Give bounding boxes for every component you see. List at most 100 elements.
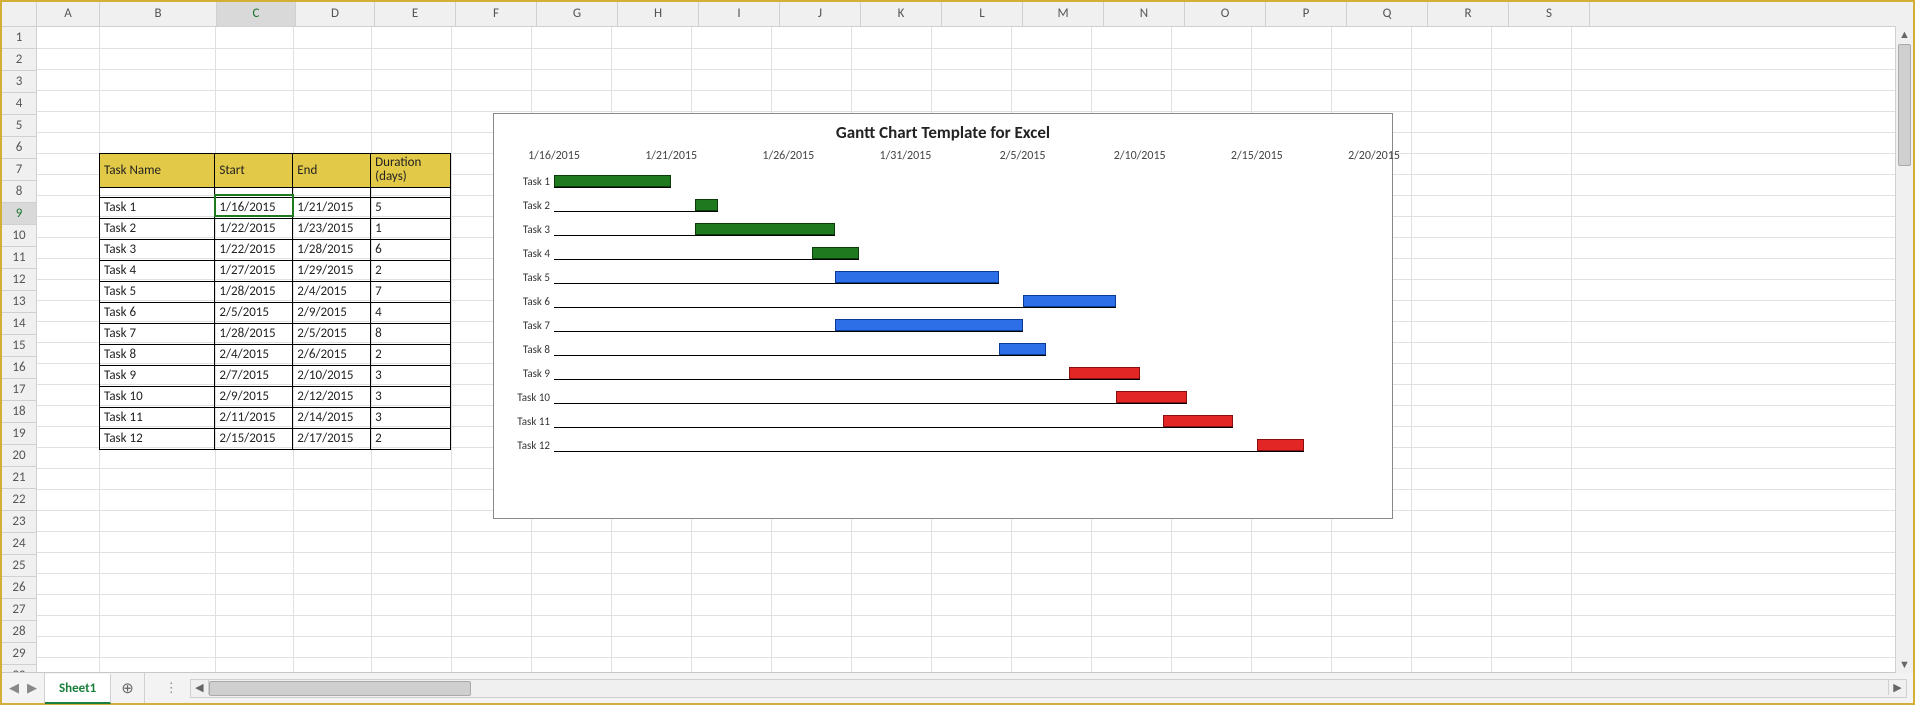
- scroll-right-icon[interactable]: ▶: [1888, 680, 1906, 695]
- gantt-bar[interactable]: [812, 247, 859, 259]
- cell-end[interactable]: 2/14/2015: [293, 407, 371, 428]
- table-row[interactable]: Task 21/22/20151/23/20151: [100, 218, 451, 239]
- row-header[interactable]: 17: [2, 379, 36, 401]
- table-row[interactable]: Task 122/15/20152/17/20152: [100, 428, 451, 449]
- column-header[interactable]: E: [375, 2, 456, 26]
- cell-start[interactable]: 1/28/2015: [215, 323, 293, 344]
- row-header[interactable]: 30: [2, 665, 36, 672]
- column-header[interactable]: I: [699, 2, 780, 26]
- cell-task[interactable]: Task 12: [100, 428, 215, 449]
- col-duration[interactable]: Duration (days): [371, 154, 451, 188]
- row-header[interactable]: 22: [2, 489, 36, 511]
- row-header[interactable]: 29: [2, 643, 36, 665]
- cell-start[interactable]: 2/11/2015: [215, 407, 293, 428]
- cell-end[interactable]: 2/9/2015: [293, 302, 371, 323]
- column-header[interactable]: Q: [1347, 2, 1428, 26]
- scroll-up-icon[interactable]: ▲: [1896, 27, 1913, 43]
- row-header[interactable]: 21: [2, 467, 36, 489]
- new-sheet-button[interactable]: ⊕: [111, 673, 145, 703]
- row-header[interactable]: 2: [2, 49, 36, 71]
- row-header[interactable]: 3: [2, 71, 36, 93]
- horizontal-scroll-thumb[interactable]: [209, 681, 471, 696]
- cell-end[interactable]: 1/23/2015: [293, 218, 371, 239]
- column-header[interactable]: K: [861, 2, 942, 26]
- column-header[interactable]: P: [1266, 2, 1347, 26]
- cell-end[interactable]: 1/21/2015: [293, 197, 371, 218]
- sheet-nav-buttons[interactable]: ◀ ▶: [2, 673, 45, 703]
- cell-task[interactable]: Task 3: [100, 239, 215, 260]
- cell-grid[interactable]: Task Name Start End Duration (days) Task…: [37, 27, 1913, 672]
- table-row[interactable]: Task 112/11/20152/14/20153: [100, 407, 451, 428]
- table-row[interactable]: Task 11/16/20151/21/20155: [100, 197, 451, 218]
- gantt-bar[interactable]: [1257, 439, 1304, 451]
- gantt-bar[interactable]: [1163, 415, 1233, 427]
- gantt-bar[interactable]: [1069, 367, 1139, 379]
- column-header[interactable]: O: [1185, 2, 1266, 26]
- cell-start[interactable]: 2/5/2015: [215, 302, 293, 323]
- table-row[interactable]: Task 41/27/20151/29/20152: [100, 260, 451, 281]
- cell-task[interactable]: Task 7: [100, 323, 215, 344]
- gantt-chart[interactable]: Gantt Chart Template for Excel 1/16/2015…: [493, 113, 1393, 519]
- cell-duration[interactable]: 5: [371, 197, 451, 218]
- row-header[interactable]: 23: [2, 511, 36, 533]
- table-row[interactable]: Task 102/9/20152/12/20153: [100, 386, 451, 407]
- cell-task[interactable]: Task 6: [100, 302, 215, 323]
- row-header[interactable]: 28: [2, 621, 36, 643]
- table-row[interactable]: Task 62/5/20152/9/20154: [100, 302, 451, 323]
- cell-start[interactable]: 1/22/2015: [215, 218, 293, 239]
- row-header[interactable]: 11: [2, 247, 36, 269]
- cell-end[interactable]: 2/10/2015: [293, 365, 371, 386]
- cell-duration[interactable]: 7: [371, 281, 451, 302]
- row-header[interactable]: 27: [2, 599, 36, 621]
- cell-task[interactable]: Task 10: [100, 386, 215, 407]
- col-end[interactable]: End: [293, 154, 371, 188]
- cell-end[interactable]: 1/28/2015: [293, 239, 371, 260]
- tab-split-handle-icon[interactable]: ⋮: [165, 681, 180, 696]
- column-header[interactable]: C: [217, 2, 296, 26]
- column-header[interactable]: G: [537, 2, 618, 26]
- cell-start[interactable]: 1/27/2015: [215, 260, 293, 281]
- row-header[interactable]: 5: [2, 115, 36, 137]
- cell-duration[interactable]: 2: [371, 344, 451, 365]
- scroll-down-icon[interactable]: ▼: [1896, 656, 1913, 672]
- gantt-bar[interactable]: [835, 319, 1022, 331]
- cell-start[interactable]: 2/9/2015: [215, 386, 293, 407]
- row-header[interactable]: 4: [2, 93, 36, 115]
- column-header[interactable]: R: [1428, 2, 1509, 26]
- cell-end[interactable]: 1/29/2015: [293, 260, 371, 281]
- row-header[interactable]: 13: [2, 291, 36, 313]
- cell-start[interactable]: 2/15/2015: [215, 428, 293, 449]
- cell-duration[interactable]: 2: [371, 260, 451, 281]
- gantt-bar[interactable]: [695, 223, 836, 235]
- table-row[interactable]: Task 31/22/20151/28/20156: [100, 239, 451, 260]
- col-start[interactable]: Start: [215, 154, 293, 188]
- row-header[interactable]: 24: [2, 533, 36, 555]
- gantt-bar[interactable]: [1116, 391, 1186, 403]
- row-header[interactable]: 25: [2, 555, 36, 577]
- cell-duration[interactable]: 8: [371, 323, 451, 344]
- cell-end[interactable]: 2/5/2015: [293, 323, 371, 344]
- table-row[interactable]: Task 71/28/20152/5/20158: [100, 323, 451, 344]
- col-task-name[interactable]: Task Name: [100, 154, 215, 188]
- sheet-nav-prev-icon[interactable]: ◀: [8, 681, 20, 696]
- cell-duration[interactable]: 3: [371, 386, 451, 407]
- gantt-bar[interactable]: [554, 175, 671, 187]
- cell-task[interactable]: Task 4: [100, 260, 215, 281]
- vertical-scrollbar[interactable]: ▲ ▼: [1895, 27, 1913, 672]
- column-header[interactable]: M: [1023, 2, 1104, 26]
- row-header[interactable]: 14: [2, 313, 36, 335]
- row-header[interactable]: 7: [2, 159, 36, 181]
- cell-start[interactable]: 1/22/2015: [215, 239, 293, 260]
- column-header[interactable]: S: [1509, 2, 1590, 26]
- cell-duration[interactable]: 3: [371, 407, 451, 428]
- row-header[interactable]: 1: [2, 27, 36, 49]
- row-header[interactable]: 9: [2, 203, 36, 225]
- cell-start[interactable]: 1/28/2015: [215, 281, 293, 302]
- cell-start[interactable]: 1/16/2015: [215, 197, 293, 218]
- row-header[interactable]: 12: [2, 269, 36, 291]
- sheet-nav-next-icon[interactable]: ▶: [26, 681, 38, 696]
- cell-start[interactable]: 2/7/2015: [215, 365, 293, 386]
- row-header[interactable]: 19: [2, 423, 36, 445]
- cell-start[interactable]: 2/4/2015: [215, 344, 293, 365]
- row-header[interactable]: 6: [2, 137, 36, 159]
